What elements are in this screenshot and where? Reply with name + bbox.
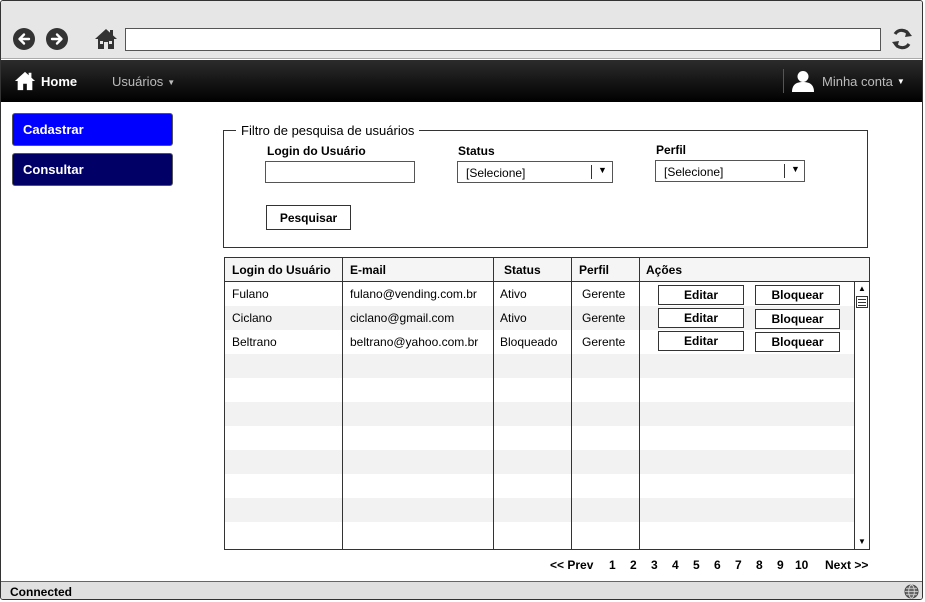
pagination-page-3[interactable]: 3 <box>651 558 658 572</box>
table-row: Ciclano ciclano@gmail.com Ativo Gerente … <box>225 306 854 330</box>
nav-home-link[interactable]: Home <box>14 69 77 93</box>
scroll-down-icon[interactable]: ▼ <box>855 535 869 549</box>
scroll-up-icon[interactable]: ▲ <box>855 282 869 296</box>
status-text: Connected <box>10 585 73 599</box>
table-row: Beltrano beltrano@yahoo.com.br Bloqueado… <box>225 330 854 354</box>
table-row-empty <box>225 450 854 474</box>
caret-down-icon: ▼ <box>896 76 905 86</box>
pagination-page-10[interactable]: 10 <box>795 558 808 572</box>
back-arrow-icon[interactable] <box>13 28 35 50</box>
browser-window: Home Usuários ▼ Minha conta ▼ Cadastrar Co… <box>0 0 923 600</box>
table-row: Fulano fulano@vending.com.br Ativo Geren… <box>225 282 854 306</box>
column-header-actions: Ações <box>646 263 683 277</box>
cell-email: fulano@vending.com.br <box>350 287 477 301</box>
status-select[interactable]: [Selecione] ▼ <box>457 161 613 183</box>
table-row-empty <box>225 378 854 402</box>
login-label: Login do Usuário <box>267 144 366 158</box>
pagination-page-2[interactable]: 2 <box>630 558 637 572</box>
top-navbar: Home Usuários ▼ Minha conta ▼ <box>1 60 922 102</box>
column-divider <box>571 258 572 549</box>
cell-status: Bloqueado <box>500 335 558 349</box>
browser-toolbar <box>1 1 922 59</box>
pagination-prev[interactable]: << Prev <box>550 558 593 572</box>
column-divider <box>639 258 640 549</box>
nav-divider <box>783 69 784 93</box>
pagination-page-8[interactable]: 8 <box>756 558 763 572</box>
pagination-page-4[interactable]: 4 <box>672 558 679 572</box>
chevron-down-icon: ▼ <box>598 165 607 175</box>
search-filter-panel: Filtro de pesquisa de usuários Login do … <box>223 123 868 248</box>
table-row-empty <box>225 354 854 378</box>
pagination-page-9[interactable]: 9 <box>777 558 784 572</box>
block-button[interactable]: Bloquear <box>755 285 840 305</box>
column-divider <box>342 258 343 549</box>
pagination-next[interactable]: Next >> <box>825 558 868 572</box>
table-scrollbar[interactable]: ▲ ▼ <box>854 282 869 549</box>
cell-profile: Gerente <box>582 311 626 325</box>
user-icon <box>792 71 814 92</box>
profile-select[interactable]: [Selecione] ▼ <box>655 160 805 182</box>
pagination-page-7[interactable]: 7 <box>735 558 742 572</box>
cell-profile: Gerente <box>582 287 626 301</box>
filter-legend: Filtro de pesquisa de usuários <box>236 123 420 138</box>
sidebar-item-consultar[interactable]: Consultar <box>12 153 173 186</box>
home-icon[interactable] <box>94 27 118 51</box>
status-label: Status <box>458 144 495 158</box>
sidebar-item-label: Cadastrar <box>23 122 84 137</box>
search-button[interactable]: Pesquisar <box>266 205 351 230</box>
pagination-page-1[interactable]: 1 <box>609 558 616 572</box>
table-header: Login do Usuário E-mail Status Perfil Aç… <box>225 258 869 282</box>
column-header-profile: Perfil <box>579 263 610 277</box>
cell-email: beltrano@yahoo.com.br <box>350 335 479 349</box>
pagination-page-5[interactable]: 5 <box>693 558 700 572</box>
nav-users-label: Usuários <box>112 74 164 89</box>
cell-status: Ativo <box>500 287 527 301</box>
edit-button[interactable]: Editar <box>658 331 744 351</box>
home-icon <box>14 71 36 91</box>
sidebar-item-label: Consultar <box>23 162 84 177</box>
globe-icon <box>904 584 919 599</box>
table-row-empty <box>225 498 854 522</box>
edit-button[interactable]: Editar <box>658 285 744 305</box>
column-header-login: Login do Usuário <box>232 263 331 277</box>
url-input[interactable] <box>125 28 881 51</box>
caret-down-icon: ▼ <box>167 78 176 88</box>
cell-email: ciclano@gmail.com <box>350 311 455 325</box>
scroll-thumb[interactable] <box>856 296 868 308</box>
cell-login: Ciclano <box>232 311 273 325</box>
select-divider <box>784 164 785 178</box>
select-divider <box>591 165 592 179</box>
users-table: Login do Usuário E-mail Status Perfil Aç… <box>224 257 870 550</box>
status-select-value: [Selecione] <box>466 166 526 180</box>
forward-arrow-icon[interactable] <box>46 28 68 50</box>
table-row-empty <box>225 522 854 546</box>
status-bar: Connected <box>1 581 922 599</box>
cell-status: Ativo <box>500 311 527 325</box>
column-header-email: E-mail <box>350 263 387 277</box>
table-row-empty <box>225 402 854 426</box>
column-header-status: Status <box>504 263 541 277</box>
chevron-down-icon: ▼ <box>791 164 800 174</box>
cell-login: Fulano <box>232 287 269 301</box>
sidebar-item-cadastrar[interactable]: Cadastrar <box>12 113 173 146</box>
profile-label: Perfil <box>656 143 687 157</box>
login-input[interactable] <box>265 161 415 183</box>
block-button[interactable]: Bloquear <box>755 309 840 329</box>
nav-home-label: Home <box>41 73 78 89</box>
table-row-empty <box>225 474 854 498</box>
table-row-empty <box>225 426 854 450</box>
profile-select-value: [Selecione] <box>664 165 724 179</box>
column-divider <box>493 258 494 549</box>
nav-account-menu[interactable]: Minha conta ▼ <box>791 69 905 93</box>
cell-login: Beltrano <box>232 335 277 349</box>
block-button[interactable]: Bloquear <box>755 332 840 352</box>
edit-button[interactable]: Editar <box>658 308 744 328</box>
refresh-icon[interactable] <box>890 26 914 52</box>
pagination-page-6[interactable]: 6 <box>714 558 721 572</box>
cell-profile: Gerente <box>582 335 626 349</box>
nav-users-menu[interactable]: Usuários ▼ <box>112 74 175 89</box>
nav-account-label: Minha conta <box>822 73 893 89</box>
